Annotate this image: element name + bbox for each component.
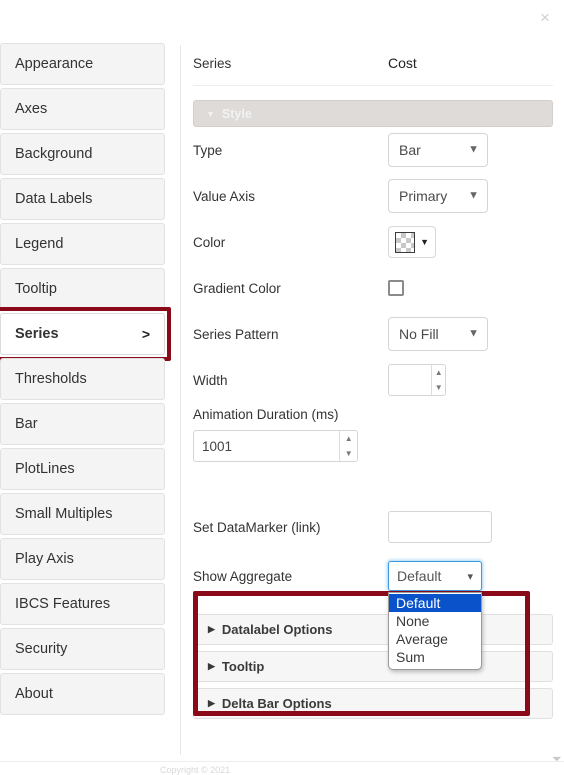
show-aggregate-value: Default [397,568,442,584]
type-select[interactable]: BarLineAreaStacked Bar [388,133,488,167]
show-aggregate-option-default[interactable]: Default [389,594,481,612]
sidebar-item-series[interactable]: Series > [0,313,165,355]
footer-ghost-text: Copyright © 2021 [160,765,231,775]
sidebar-item-bar[interactable]: Bar [0,403,165,445]
set-datamarker-label: Set DataMarker (link) [193,519,321,535]
sidebar-item-background[interactable]: Background [0,133,165,175]
type-label: Type [193,142,223,158]
value-axis-select[interactable]: PrimarySecondary [388,179,488,213]
field-row-set-datamarker: Set DataMarker (link) [193,504,553,550]
series-pattern-select[interactable]: No FillSolidHatchedDotted [388,317,488,351]
sidebar-item-thresholds[interactable]: Thresholds [0,358,165,400]
triangle-down-icon: ▼ [206,108,215,119]
stepper-down-icon[interactable]: ▼ [340,446,357,461]
triangle-right-icon: ▶ [208,698,215,708]
settings-sidebar: Appearance Axes Background Data Labels L… [0,43,171,718]
sidebar-item-label: Thresholds [15,371,87,387]
sidebar-item-label: Background [15,146,93,162]
color-label: Color [193,234,226,250]
animation-duration-label: Animation Duration (ms) [193,407,339,422]
series-settings-panel: Series Cost ▼ Style Type BarLineAreaStac… [193,55,553,719]
sidebar-item-label: Tooltip [15,281,57,297]
sidebar-item-label: Legend [15,236,64,252]
show-aggregate-option-none[interactable]: None [389,612,481,630]
field-row-width: Width ▲ ▼ [193,357,553,403]
field-row-value-axis: Value Axis PrimarySecondary ▼ [193,173,553,219]
sidebar-item-label: Data Labels [15,191,93,207]
color-picker-button[interactable]: ▼ [388,226,436,258]
panel-divider [180,45,181,755]
style-section-title: Style [221,106,252,121]
accordion-datalabel-options[interactable]: ▶ Datalabel Options [193,614,553,645]
sidebar-item-label: Small Multiples [15,506,113,522]
series-pattern-label: Series Pattern [193,326,279,342]
series-label: Series [193,56,232,71]
animation-duration-input[interactable] [194,431,340,461]
sidebar-item-label: IBCS Features [15,596,111,612]
triangle-right-icon: ▶ [208,624,215,634]
sidebar-item-about[interactable]: About [0,673,165,715]
sidebar-item-label: PlotLines [15,461,75,477]
width-input[interactable] [389,365,432,395]
stepper-up-icon[interactable]: ▲ [432,365,445,380]
settings-dialog: × Appearance Axes Background Data Labels… [0,0,564,775]
close-icon[interactable]: × [532,4,558,30]
sidebar-item-small-multiples[interactable]: Small Multiples [0,493,165,535]
sidebar-item-label: Axes [15,101,48,117]
triangle-down-icon: ▼ [420,237,429,247]
stepper-down-icon[interactable]: ▼ [432,380,445,395]
field-row-show-aggregate: Show Aggregate Default ▾ Default None Av… [193,550,553,670]
field-row-gradient-color: Gradient Color [193,265,553,311]
sidebar-item-label: About [15,686,53,702]
triangle-right-icon: ▶ [208,661,215,671]
accordion-tooltip[interactable]: ▶ Tooltip [193,651,553,682]
sidebar-item-ibcs-features[interactable]: IBCS Features [0,583,165,625]
set-datamarker-input[interactable] [388,511,492,543]
animation-duration-stepper[interactable]: ▲ ▼ [193,430,358,462]
series-value: Cost [388,55,417,71]
sidebar-item-axes[interactable]: Axes [0,88,165,130]
value-axis-label: Value Axis [193,188,256,204]
dialog-footer: Copyright © 2021 [0,761,564,775]
sidebar-item-label: Play Axis [15,551,74,567]
show-aggregate-option-sum[interactable]: Sum [389,648,481,666]
field-row-animation-duration: Animation Duration (ms) ▲ ▼ [193,407,553,462]
sidebar-item-tooltip[interactable]: Tooltip [0,268,165,310]
sidebar-item-appearance[interactable]: Appearance [0,43,165,85]
sidebar-item-label: Appearance [15,56,94,72]
accordion-delta-bar-options[interactable]: ▶ Delta Bar Options [193,688,553,719]
sidebar-item-label: Bar [15,416,38,432]
gradient-color-label: Gradient Color [193,280,281,296]
sidebar-item-plotlines[interactable]: PlotLines [0,448,165,490]
show-aggregate-option-average[interactable]: Average [389,630,481,648]
chevron-down-icon: ▾ [467,570,473,583]
sidebar-item-legend[interactable]: Legend [0,223,165,265]
field-row-series-pattern: Series Pattern No FillSolidHatchedDotted… [193,311,553,357]
accordion-label: Tooltip [221,659,265,674]
series-header: Series Cost [193,55,553,86]
field-row-color: Color ▼ [193,219,553,265]
show-aggregate-select[interactable]: Default ▾ [388,561,482,591]
show-aggregate-options-list: Default None Average Sum [388,592,482,670]
gradient-color-checkbox[interactable] [388,280,404,296]
style-section-header[interactable]: ▼ Style [193,100,553,127]
sidebar-item-security[interactable]: Security [0,628,165,670]
accordion-label: Delta Bar Options [221,696,332,711]
width-stepper[interactable]: ▲ ▼ [388,364,446,396]
sidebar-item-label: Series [15,326,59,342]
field-row-type: Type BarLineAreaStacked Bar ▼ [193,127,553,173]
chevron-right-icon: > [141,326,150,342]
show-aggregate-label: Show Aggregate [193,568,293,584]
color-swatch-icon [395,231,416,253]
sidebar-item-play-axis[interactable]: Play Axis [0,538,165,580]
sidebar-item-label: Security [15,641,68,657]
width-label: Width [193,372,228,388]
accordion-label: Datalabel Options [221,622,333,637]
stepper-up-icon[interactable]: ▲ [340,431,357,446]
sidebar-item-data-labels[interactable]: Data Labels [0,178,165,220]
